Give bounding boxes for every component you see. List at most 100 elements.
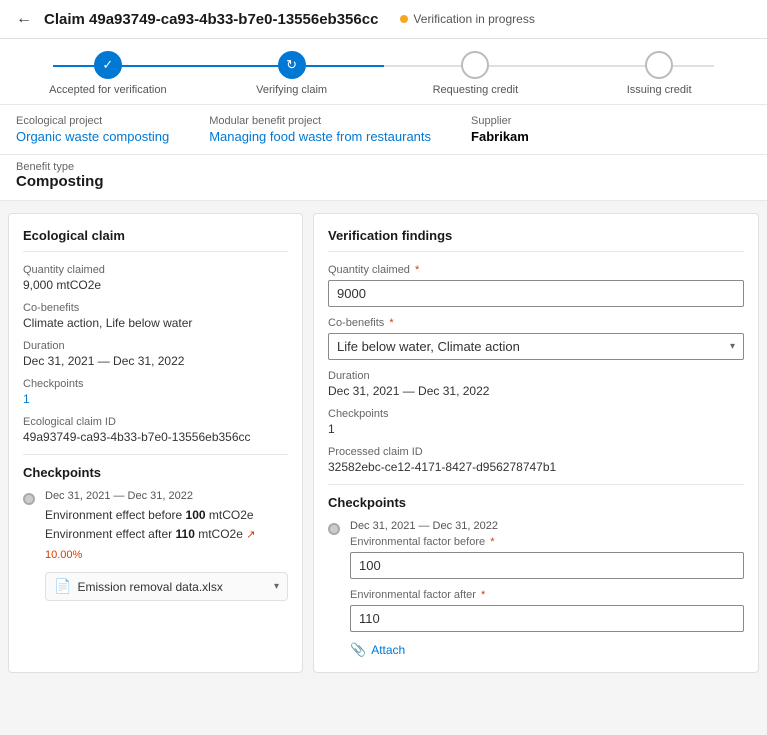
step-circle-requesting [461,51,489,79]
env-before-label: Environment effect before [45,508,182,522]
right-quantity-label: Quantity claimed * [328,264,744,276]
checkpoint-effects: Environment effect before 100 mtCO2e Env… [45,506,288,564]
right-checkpoints-label: Checkpoints [328,408,744,420]
divider [23,454,288,455]
file-name: Emission removal data.xlsx [77,580,268,594]
benefit-type-value: Composting [16,173,751,190]
claim-id-label: Ecological claim ID [23,416,288,428]
duration-row: Duration Dec 31, 2021 — Dec 31, 2022 [23,340,288,368]
modular-project-value[interactable]: Managing food waste from restaurants [209,129,431,144]
right-duration-label: Duration [328,370,744,382]
progress-bar: ✓ Accepted for verification ↻ Verifying … [0,39,767,105]
step-circle-accepted: ✓ [94,51,122,79]
env-before-value: 100 [182,508,209,522]
step-verifying: ↻ Verifying claim [200,51,384,96]
right-cobenefits-label: Co-benefits * [328,317,744,329]
supplier-label: Supplier [471,115,529,127]
modular-project-label: Modular benefit project [209,115,431,127]
required-star-cobenefits: * [386,317,393,329]
right-processed-id-label: Processed claim ID [328,446,744,458]
step-issuing: Issuing credit [567,51,751,96]
left-panel-title: Ecological claim [23,228,288,252]
ecological-project-value[interactable]: Organic waste composting [16,129,169,144]
right-checkpoint-item: Dec 31, 2021 — Dec 31, 2022 Environmenta… [328,520,744,658]
right-processed-id-value: 32582ebc-ce12-4171-8427-d956278747b1 [328,460,744,474]
right-panel-title: Verification findings [328,228,744,252]
excel-file-icon: 📄 [54,578,71,595]
checkpoints-value: 1 [23,392,288,406]
duration-value: Dec 31, 2021 — Dec 31, 2022 [23,354,288,368]
cobenefits-value: Climate action, Life below water [23,316,288,330]
attach-button[interactable]: 📎 Attach [350,642,744,658]
duration-label: Duration [23,340,288,352]
page-header: ← Claim 49a93749-ca93-4b33-b7e0-13556eb3… [0,0,767,39]
right-quantity-field: Quantity claimed * [328,264,744,307]
page-title: Claim 49a93749-ca93-4b33-b7e0-13556eb356… [44,11,378,28]
supplier-group: Supplier Fabrikam [471,115,529,144]
right-env-after-label: Environmental factor after * [350,589,744,601]
chevron-down-icon: ▾ [274,581,279,592]
attach-icon: 📎 [350,642,366,658]
checkpoints-row: Checkpoints 1 [23,378,288,406]
back-button[interactable]: ← [16,10,32,28]
ecological-project-label: Ecological project [16,115,169,127]
benefit-type-label: Benefit type [16,161,751,173]
right-checkpoint-dot-icon [328,523,340,535]
env-before-unit: mtCO2e [209,508,254,522]
attach-label: Attach [371,643,405,657]
main-content: Ecological claim Quantity claimed 9,000 … [0,201,767,685]
required-star-quantity: * [412,264,419,276]
cobenefits-select-value: Life below water, Climate action [337,339,520,354]
checkpoint-date: Dec 31, 2021 — Dec 31, 2022 [45,490,288,502]
cobenefits-row: Co-benefits Climate action, Life below w… [23,302,288,330]
required-star-env-after: * [478,589,485,601]
env-after-label: Environment effect after [45,527,172,541]
status-badge: Verification in progress [400,12,534,26]
right-checkpoint-inner: Dec 31, 2021 — Dec 31, 2022 Environmenta… [350,520,744,658]
step-label-accepted: Accepted for verification [49,84,166,96]
checkpoints-label: Checkpoints [23,378,288,390]
supplier-value: Fabrikam [471,129,529,144]
step-accepted: ✓ Accepted for verification [16,51,200,96]
required-star-env-before: * [487,536,494,548]
status-dot-icon [400,15,408,23]
right-processed-id-row: Processed claim ID 32582ebc-ce12-4171-84… [328,446,744,474]
checkpoint-dot-icon [23,493,35,505]
quantity-claimed-label: Quantity claimed [23,264,288,276]
right-env-after-field: Environmental factor after * [350,589,744,632]
env-after-input[interactable] [350,605,744,632]
step-requesting: Requesting credit [384,51,568,96]
checkpoint-item: Dec 31, 2021 — Dec 31, 2022 Environment … [23,490,288,601]
checkpoint-section: Checkpoints Dec 31, 2021 — Dec 31, 2022 … [23,465,288,601]
ecological-project-group: Ecological project Organic waste compost… [16,115,169,144]
right-checkpoint-title: Checkpoints [328,495,744,510]
cobenefits-select[interactable]: Life below water, Climate action ▾ [328,333,744,360]
status-text: Verification in progress [413,12,534,26]
quantity-input[interactable] [328,280,744,307]
env-after-unit: mtCO2e [198,527,243,541]
checkpoint-section-title: Checkpoints [23,465,288,480]
select-chevron-icon: ▾ [730,341,735,352]
step-label-issuing: Issuing credit [627,84,692,96]
steps-container: ✓ Accepted for verification ↻ Verifying … [16,51,751,96]
benefit-section: Benefit type Composting [0,155,767,201]
modular-project-group: Modular benefit project Managing food wa… [209,115,431,144]
file-attachment[interactable]: 📄 Emission removal data.xlsx ▾ [45,572,288,601]
right-panel: Verification findings Quantity claimed *… [313,213,759,673]
right-env-before-field: Environmental factor before * [350,536,744,579]
step-label-requesting: Requesting credit [433,84,519,96]
claim-id-value: 49a93749-ca93-4b33-b7e0-13556eb356cc [23,430,288,444]
step-circle-verifying: ↻ [278,51,306,79]
meta-section: Ecological project Organic waste compost… [0,105,767,155]
checkpoint-content: Dec 31, 2021 — Dec 31, 2022 Environment … [45,490,288,601]
quantity-claimed-value: 9,000 mtCO2e [23,278,288,292]
right-duration-value: Dec 31, 2021 — Dec 31, 2022 [328,384,744,398]
right-checkpoints-row: Checkpoints 1 [328,408,744,436]
quantity-claimed-row: Quantity claimed 9,000 mtCO2e [23,264,288,292]
step-label-verifying: Verifying claim [256,84,327,96]
env-before-input[interactable] [350,552,744,579]
right-checkpoint-date: Dec 31, 2021 — Dec 31, 2022 [350,520,744,532]
right-env-before-label: Environmental factor before * [350,536,744,548]
cobenefits-label: Co-benefits [23,302,288,314]
step-circle-issuing [645,51,673,79]
